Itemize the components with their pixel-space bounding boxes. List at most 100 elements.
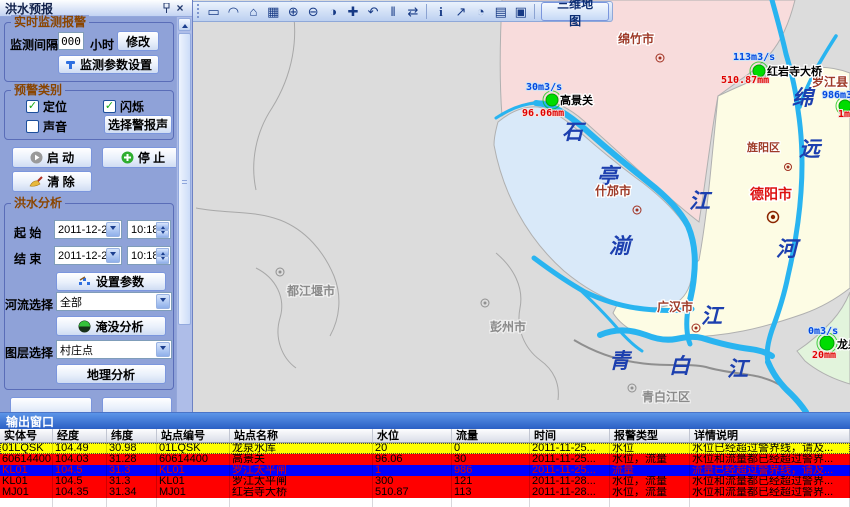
sound-checkbox[interactable]: 声音 [26, 118, 67, 135]
view-3d-map-button[interactable]: 三维地图 [541, 2, 609, 21]
start-time-label: 起 始 [14, 224, 41, 241]
table-empty-area [0, 498, 850, 507]
gauge-icon[interactable]: ◔ [471, 3, 490, 20]
table-row[interactable]: 60614400104.0331.2860614400高景关96.0630201… [0, 454, 850, 465]
map-toolbar: ▭ ◠ ⌂ ▦ ⊕ ⊖ ◑ ✚ ↶ ‖ ⇄ i ↗ ◔ ▤ ▣ 三维地图 [193, 1, 613, 22]
checkbox-empty [26, 120, 39, 133]
city-label-dujiangyan: 都江堰市 [286, 283, 335, 298]
export-icon[interactable]: ↗ [451, 3, 470, 20]
table-header: 实体号 经度 纬度 站点编号 站点名称 水位 流量 时间 报警类型 详情说明 [0, 429, 850, 443]
flood-forecast-panel: 洪水预报 × 实时监测报警 监测间隔 小时 修改 监测参数设置 预警类别 ✓ 定… [0, 0, 193, 412]
city-label-jingyang: 旌阳区 [747, 140, 780, 154]
river-select-label: 河流选择 [5, 296, 53, 313]
panel-scrollbar[interactable] [176, 17, 192, 412]
svg-text:远: 远 [799, 136, 823, 161]
city-label-mianzhu: 绵竹市 [618, 31, 654, 46]
monitor-params-button[interactable]: 监测参数设置 [58, 55, 159, 74]
pan-icon[interactable]: ✚ [344, 3, 363, 20]
svg-text:青: 青 [609, 348, 633, 373]
check-icon: ✓ [26, 100, 39, 113]
stop-button[interactable]: 停 止 [102, 147, 184, 168]
flood-analysis-button[interactable]: 淹没分析 [56, 316, 166, 336]
layer-select-combo[interactable]: 村庄点 [56, 340, 172, 359]
monitor-group-title: 实时监测报警 [11, 15, 89, 29]
svg-text:0m3/s: 0m3/s [808, 326, 838, 337]
zoom-previous-icon[interactable]: ↶ [364, 3, 383, 20]
scroll-up-icon[interactable] [178, 18, 191, 31]
col-code[interactable]: 站点编号 [157, 429, 230, 442]
col-lon[interactable]: 经度 [53, 429, 107, 442]
col-flow[interactable]: 流量 [452, 429, 530, 442]
interval-label: 监测间隔 [10, 36, 58, 53]
chevron-down-icon [156, 342, 170, 357]
measure-area-icon[interactable]: ◠ [224, 3, 243, 20]
params-icon [78, 276, 92, 287]
save-icon[interactable]: ▣ [511, 3, 530, 20]
grid-icon[interactable]: ▦ [264, 3, 283, 20]
output-window: 输出窗口 实体号 经度 纬度 站点编号 站点名称 水位 流量 时间 报警类型 详… [0, 412, 850, 507]
start-time-spinner[interactable]: 10:18 [127, 220, 171, 239]
svg-text:龙泉水库: 龙泉水库 [836, 337, 850, 351]
map-svg: 石 亭 江 湔 江 青 白 江 绵 远 河 绵竹市 什邡 [196, 0, 850, 412]
zoom-in-icon[interactable]: ⊕ [284, 3, 303, 20]
close-icon[interactable]: × [173, 2, 187, 15]
svg-text:986m3/s: 986m3/s [822, 90, 850, 101]
geo-analysis-button[interactable]: 地理分析 [56, 364, 166, 384]
interval-input[interactable] [58, 32, 84, 50]
hidden-button-left[interactable] [10, 397, 92, 412]
svg-text:江: 江 [727, 356, 751, 381]
hidden-button-right[interactable] [102, 397, 172, 412]
chevron-down-icon [106, 248, 120, 263]
measure-distance-icon[interactable]: ▭ [204, 3, 223, 20]
measure-polygon-icon[interactable]: ⌂ [244, 3, 263, 20]
scrollbar-thumb[interactable] [178, 33, 191, 325]
end-date-combo[interactable]: 2011-12-26 [54, 246, 122, 265]
globe-icon[interactable]: ◑ [324, 3, 343, 20]
col-lat[interactable]: 纬度 [107, 429, 157, 442]
col-entity[interactable]: 实体号 [0, 429, 53, 442]
table-row[interactable]: 01LQSK104.4930.9801LQSK龙泉水库2002011-11-25… [0, 443, 850, 454]
table-row[interactable]: KL01104.531.3KL01罗江太平闸19862011-11-25...流… [0, 465, 850, 476]
info-icon[interactable]: i [431, 3, 450, 20]
flood-orb-icon [78, 320, 91, 333]
svg-text:江: 江 [701, 303, 725, 328]
pause-icon[interactable]: ‖ [384, 3, 403, 20]
svg-text:高景关: 高景关 [560, 93, 593, 107]
svg-text:江: 江 [689, 188, 713, 213]
chevron-down-icon [106, 222, 120, 237]
refresh-icon[interactable]: ⇄ [404, 3, 423, 20]
clear-button[interactable]: 清 除 [12, 171, 92, 192]
zoom-out-icon[interactable]: ⊖ [304, 3, 323, 20]
choose-alarm-sound-button[interactable]: 选择警报声 [104, 115, 172, 134]
svg-text:1mm: 1mm [838, 109, 850, 120]
locate-checkbox[interactable]: ✓ 定位 [26, 98, 67, 115]
tool-icon [65, 59, 76, 70]
flash-checkbox[interactable]: ✓ 闪烁 [103, 98, 144, 115]
toolbar-grip[interactable] [196, 4, 201, 20]
alert-group-title: 预警类别 [11, 83, 65, 97]
city-label-pengzhou: 彭州市 [490, 319, 526, 334]
table-row[interactable]: KL01104.531.3KL01罗江太平闸3001212011-11-28..… [0, 476, 850, 487]
end-time-spinner[interactable]: 10:18 [127, 246, 171, 265]
river-select-combo[interactable]: 全部 [56, 292, 172, 311]
start-date-combo[interactable]: 2011-12-26 [54, 220, 122, 239]
set-params-button[interactable]: 设置参数 [56, 272, 166, 291]
brush-icon [29, 176, 43, 188]
col-detail[interactable]: 详情说明 [690, 429, 850, 442]
modify-button[interactable]: 修改 [117, 31, 159, 51]
flood-forecast-app: 洪水预报 × 实时监测报警 监测间隔 小时 修改 监测参数设置 预警类别 ✓ 定… [0, 0, 850, 507]
city-label-deyang: 德阳市 [750, 186, 792, 202]
col-type[interactable]: 报警类型 [610, 429, 690, 442]
flood-group-title: 洪水分析 [11, 196, 65, 210]
map-canvas[interactable]: 石 亭 江 湔 江 青 白 江 绵 远 河 绵竹市 什邡 [193, 0, 850, 412]
table-row[interactable]: MJ01104.3531.34MJ01红岩寺大桥510.871132011-11… [0, 487, 850, 498]
svg-text:113m3/s: 113m3/s [733, 52, 775, 63]
col-name[interactable]: 站点名称 [230, 429, 373, 442]
col-level[interactable]: 水位 [373, 429, 452, 442]
play-icon [30, 151, 43, 164]
toolbar-separator [534, 4, 535, 19]
print-icon[interactable]: ▤ [491, 3, 510, 20]
start-button[interactable]: 启 动 [12, 147, 92, 168]
pin-icon[interactable] [159, 2, 173, 15]
col-time[interactable]: 时间 [530, 429, 610, 442]
